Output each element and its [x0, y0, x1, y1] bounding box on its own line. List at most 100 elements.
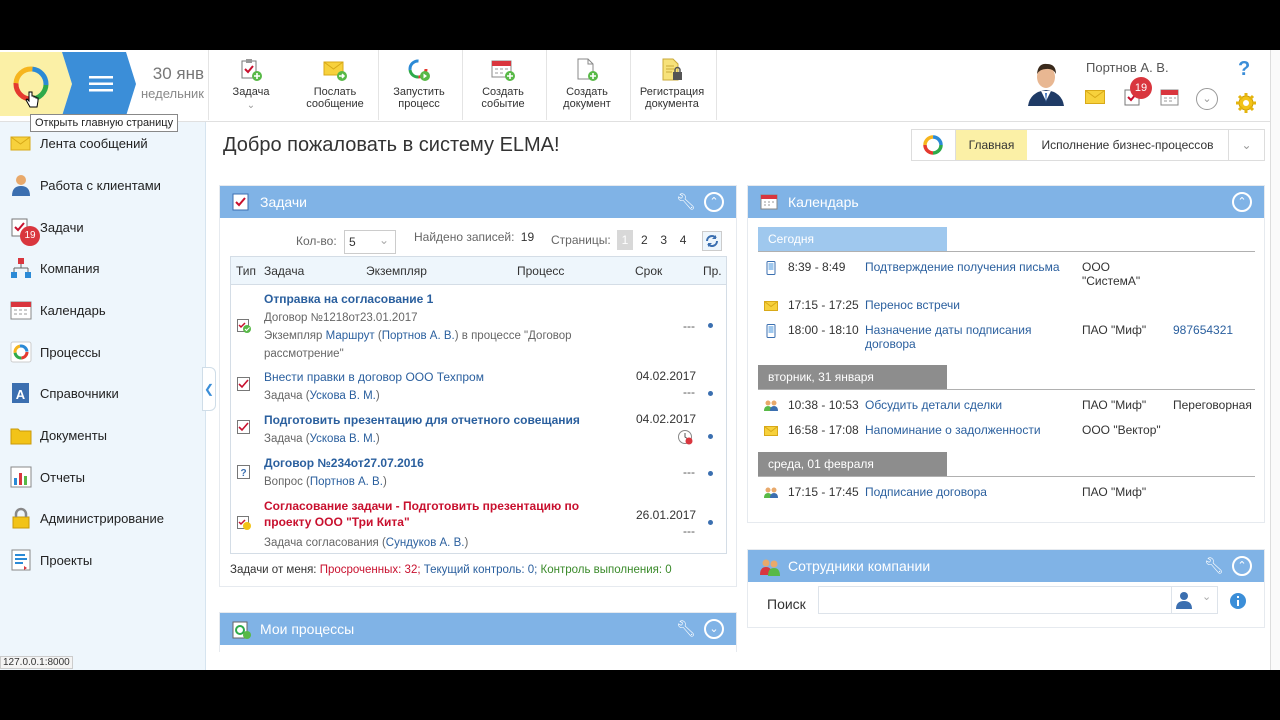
event-subject[interactable]: Подтверждение получения письма: [865, 260, 1070, 274]
processes-icon: [10, 341, 32, 363]
calendar-event[interactable]: 8:39 - 8:49 Подтверждение получения пись…: [758, 260, 1255, 288]
page-1[interactable]: 1: [617, 230, 634, 250]
collapse-up-icon[interactable]: ⌃: [1232, 556, 1252, 576]
col-priority[interactable]: Пр.: [703, 264, 722, 278]
create-document-button[interactable]: Создать документ: [556, 58, 618, 116]
tab-main[interactable]: Главная: [956, 130, 1027, 160]
event-subject[interactable]: Назначение даты подписания договора: [865, 323, 1070, 351]
person-link[interactable]: Сундуков А. В.: [386, 537, 465, 549]
task-title[interactable]: Внести правки в договор ООО Техпром: [264, 369, 634, 385]
page-size-select[interactable]: 5 ⌄: [344, 230, 396, 254]
toolbar-divider: [546, 50, 547, 120]
event-time: 10:38 - 10:53: [788, 398, 859, 412]
approval-task-icon: [237, 516, 251, 530]
avatar[interactable]: [1024, 58, 1068, 106]
event-subject[interactable]: Перенос встречи: [865, 298, 1070, 312]
sidebar-item-clients[interactable]: Работа с клиентами: [0, 166, 200, 204]
document-register-icon: [660, 58, 684, 82]
sidebar-item-processes[interactable]: Процессы: [0, 333, 200, 371]
calendar-event[interactable]: 17:15 - 17:25 Перенос встречи: [758, 298, 1255, 314]
meeting-icon: [764, 487, 778, 498]
sidebar-item-reports[interactable]: Отчеты: [0, 458, 200, 496]
chevron-down-icon[interactable]: ⌄: [224, 100, 278, 112]
pagination: Страницы: 1 2 3 4: [551, 230, 691, 250]
col-task[interactable]: Задача: [264, 264, 304, 278]
settings-gear-icon[interactable]: [1235, 92, 1257, 114]
help-icon[interactable]: ?: [1238, 58, 1250, 81]
col-type[interactable]: Тип: [236, 264, 256, 278]
sidebar-item-calendar[interactable]: Календарь: [0, 291, 200, 329]
page-3[interactable]: 3: [656, 230, 672, 250]
calendar-event-icon[interactable]: [1160, 88, 1180, 106]
calendar-event[interactable]: 17:15 - 17:45 Подписание договора ПАО "М…: [758, 485, 1255, 501]
register-document-button[interactable]: Регистрация документа: [636, 58, 708, 116]
info-icon[interactable]: [1230, 593, 1246, 609]
person-link[interactable]: Портнов А. В.: [310, 476, 383, 488]
task-title[interactable]: Отправка на согласование 1: [264, 291, 634, 307]
home-button[interactable]: [0, 52, 72, 116]
task-process: ---: [683, 319, 695, 333]
document-add-icon: [575, 58, 599, 82]
new-task-button[interactable]: Задача ⌄: [224, 58, 278, 116]
day-divider: [758, 251, 1255, 252]
calendar-icon: [10, 299, 32, 321]
expand-down-icon[interactable]: ⌄: [704, 619, 724, 639]
execution-control-link[interactable]: Контроль выполнения: 0: [541, 564, 672, 576]
current-control-link[interactable]: Текущий контроль: 0;: [424, 564, 538, 576]
calendar-event[interactable]: 10:38 - 10:53 Обсудить детали сделки ПАО…: [758, 398, 1255, 414]
person-link[interactable]: Ускова В. М.: [310, 390, 376, 402]
user-name[interactable]: Портнов А. В.: [1086, 60, 1169, 75]
sidebar-item-label: Лента сообщений: [40, 135, 148, 151]
wrench-icon[interactable]: 🔧︎: [1204, 556, 1224, 576]
wrench-icon[interactable]: 🔧︎: [676, 619, 696, 639]
event-subject[interactable]: Напоминание о задолженности: [865, 423, 1070, 437]
calendar-event[interactable]: 18:00 - 18:10 Назначение даты подписания…: [758, 323, 1255, 351]
col-instance[interactable]: Экземпляр: [366, 264, 427, 278]
employee-search-input[interactable]: [819, 587, 1169, 613]
col-process[interactable]: Процесс: [517, 264, 564, 278]
table-row[interactable]: ? Договор №234от27.07.2016 Вопрос (Портн…: [231, 455, 726, 495]
priority-dot: [708, 391, 713, 396]
envelope-icon: [764, 426, 778, 436]
create-event-button[interactable]: Создать событие: [472, 58, 534, 116]
overdue-link[interactable]: Просроченных: 32;: [320, 564, 421, 576]
task-title[interactable]: Подготовить презентацию для отчетного со…: [264, 412, 634, 428]
sidebar-item-projects[interactable]: Проекты: [0, 541, 200, 579]
main-menu-button[interactable]: [62, 52, 136, 116]
chevron-down-icon[interactable]: ⌄: [1228, 130, 1264, 160]
user-select-button[interactable]: ⌄: [1171, 587, 1217, 613]
refresh-icon[interactable]: [702, 231, 722, 251]
page-2[interactable]: 2: [636, 230, 652, 250]
task-title[interactable]: Договор №234от27.07.2016: [264, 455, 634, 471]
person-link[interactable]: Портнов А. В.: [382, 330, 455, 342]
sidebar-item-company[interactable]: Компания: [0, 249, 200, 287]
elma-logo-icon[interactable]: [912, 130, 956, 160]
event-subject[interactable]: Обсудить детали сделки: [865, 398, 1070, 412]
event-phone[interactable]: 987654321: [1173, 323, 1233, 337]
event-subject[interactable]: Подписание договора: [865, 485, 1070, 499]
table-row[interactable]: Подготовить презентацию для отчетного со…: [231, 412, 726, 452]
sidebar-item-administration[interactable]: Администрирование: [0, 499, 200, 537]
sidebar-item-directories[interactable]: A Справочники: [0, 374, 200, 412]
collapse-up-icon[interactable]: ⌃: [1232, 192, 1252, 212]
instance-link[interactable]: Маршрут: [326, 330, 375, 342]
table-row[interactable]: Согласование задачи - Подготовить презен…: [231, 498, 726, 554]
task-title[interactable]: Согласование задачи - Подготовить презен…: [264, 498, 614, 530]
page-4[interactable]: 4: [675, 230, 691, 250]
sidebar-item-documents[interactable]: Документы: [0, 416, 200, 454]
collapse-up-icon[interactable]: ⌃: [704, 192, 724, 212]
collapse-sidebar-button[interactable]: ❮: [202, 367, 216, 411]
col-due[interactable]: Срок: [635, 264, 662, 278]
table-row[interactable]: Внести правки в договор ООО Техпром Зада…: [231, 369, 726, 409]
wrench-icon[interactable]: 🔧︎: [676, 192, 696, 212]
sidebar-item-tasks[interactable]: 19 Задачи: [0, 208, 200, 246]
calendar-event[interactable]: 16:58 - 17:08 Напоминание о задолженност…: [758, 423, 1255, 439]
user-icon: [1176, 592, 1192, 609]
start-process-button[interactable]: Запустить процесс: [386, 58, 452, 116]
messages-icon[interactable]: [1085, 90, 1105, 104]
person-link[interactable]: Ускова В. М.: [310, 433, 376, 445]
table-row[interactable]: Отправка на согласование 1 Договор №1218…: [231, 291, 726, 367]
user-menu-chevron-icon[interactable]: ⌄: [1196, 88, 1218, 110]
tab-bp-execution[interactable]: Исполнение бизнес-процессов: [1027, 130, 1228, 160]
send-message-button[interactable]: Послать сообщение: [300, 58, 370, 116]
